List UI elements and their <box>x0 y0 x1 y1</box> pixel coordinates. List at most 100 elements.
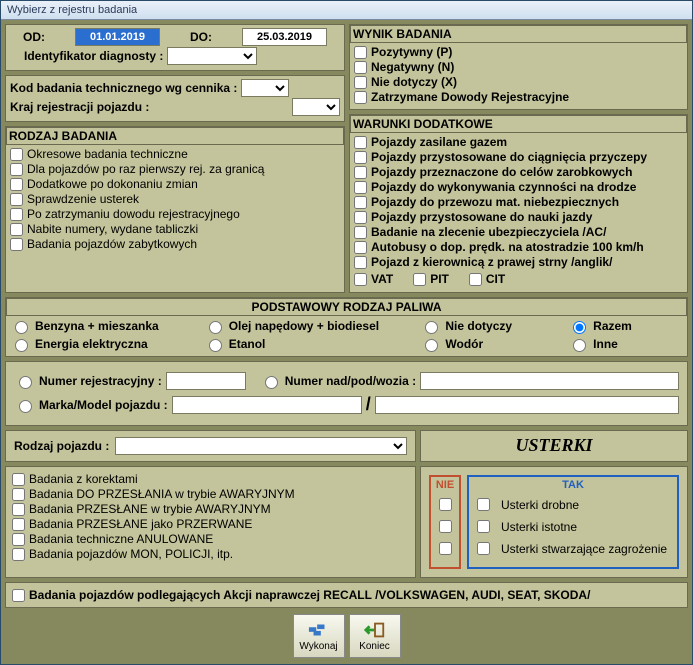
search-panel: Numer rejestracyjny : Numer nad/pod/wozi… <box>5 361 688 426</box>
checkbox[interactable] <box>12 488 25 501</box>
checkbox[interactable] <box>354 46 367 59</box>
nr-npw-input[interactable] <box>420 372 679 390</box>
checkbox[interactable] <box>354 181 367 194</box>
checkbox[interactable] <box>354 196 367 209</box>
vat-checkbox[interactable] <box>354 273 367 286</box>
checkbox[interactable] <box>354 241 367 254</box>
checkbox[interactable] <box>354 91 367 104</box>
list-item[interactable]: Nie dotyczy (X) <box>354 75 683 89</box>
checkbox[interactable] <box>10 238 23 251</box>
checkbox[interactable] <box>10 148 23 161</box>
fuel-option[interactable]: Nie dotyczy <box>420 318 558 334</box>
list-item[interactable]: Po zatrzymaniu dowodu rejestracyjnego <box>10 207 340 221</box>
list-item[interactable]: Pojazdy przeznaczone do celów zarobkowyc… <box>354 165 683 179</box>
checkbox[interactable] <box>12 503 25 516</box>
checkbox[interactable] <box>12 533 25 546</box>
nie-istotne-checkbox[interactable] <box>439 520 452 533</box>
list-item[interactable]: Nabite numery, wydane tabliczki <box>10 222 340 236</box>
fuel-option[interactable]: Etanol <box>204 336 411 352</box>
list-item[interactable]: Pojazdy przystosowane do nauki jazdy <box>354 210 683 224</box>
list-item[interactable]: Pojazdy do przewozu mat. niebezpiecznych <box>354 195 683 209</box>
nr-rej-radio[interactable] <box>19 376 32 389</box>
checkbox[interactable] <box>354 136 367 149</box>
ident-select[interactable] <box>167 47 257 65</box>
list-item[interactable]: Pozytywny (P) <box>354 45 683 59</box>
fuel-option[interactable]: Energia elektryczna <box>10 336 194 352</box>
fuel-radio[interactable] <box>425 321 438 334</box>
fuel-radio[interactable] <box>15 339 28 352</box>
checkbox[interactable] <box>12 518 25 531</box>
list-item[interactable]: Badania PRZESŁANE w trybie AWARYJNYM <box>12 502 409 516</box>
checkbox[interactable] <box>354 226 367 239</box>
do-date-input[interactable] <box>242 28 327 46</box>
marka-radio[interactable] <box>19 400 32 413</box>
list-item[interactable]: Zatrzymane Dowody Rejestracyjne <box>354 90 683 104</box>
checkbox[interactable] <box>10 163 23 176</box>
wynik-panel: WYNIK BADANIA Pozytywny (P)Negatywny (N)… <box>349 24 688 110</box>
fuel-option[interactable]: Benzyna + mieszanka <box>10 318 194 334</box>
fuel-radio[interactable] <box>425 339 438 352</box>
list-item[interactable]: Dla pojazdów po raz pierwszy rej. za gra… <box>10 162 340 176</box>
wykonaj-button[interactable]: Wykonaj <box>293 614 345 658</box>
fuel-option[interactable]: Wodór <box>420 336 558 352</box>
nie-drobne-checkbox[interactable] <box>439 498 452 511</box>
list-item[interactable]: Negatywny (N) <box>354 60 683 74</box>
checkbox[interactable] <box>354 76 367 89</box>
checkbox[interactable] <box>354 151 367 164</box>
list-item-label: Pojazdy przeznaczone do celów zarobkowyc… <box>371 165 632 179</box>
checkbox[interactable] <box>354 256 367 269</box>
list-item[interactable]: Pojazdy do wykonywania czynności na drod… <box>354 180 683 194</box>
checkbox[interactable] <box>354 166 367 179</box>
list-item[interactable]: Badania DO PRZESŁANIA w trybie AWARYJNYM <box>12 487 409 501</box>
tak-drobne-checkbox[interactable] <box>477 498 490 511</box>
checkbox[interactable] <box>10 178 23 191</box>
checkbox[interactable] <box>10 223 23 236</box>
nr-npw-radio[interactable] <box>265 376 278 389</box>
rodzaj-pojazdu-select[interactable] <box>115 437 407 455</box>
fuel-radio[interactable] <box>209 321 222 334</box>
fuel-radio[interactable] <box>573 321 586 334</box>
list-item[interactable]: Pojazd z kierownicą z prawej strny /angl… <box>354 255 683 269</box>
koniec-button[interactable]: Koniec <box>349 614 401 658</box>
fuel-option[interactable]: Inne <box>568 336 683 352</box>
usterki-tak-column: TAK Usterki drobne Usterki istotne Uster… <box>467 475 679 569</box>
checkbox[interactable] <box>12 548 25 561</box>
list-item[interactable]: Autobusy o dop. prędk. na atostradzie 10… <box>354 240 683 254</box>
marka-input[interactable] <box>172 396 362 414</box>
kraj-select[interactable] <box>292 98 340 116</box>
fuel-radio[interactable] <box>209 339 222 352</box>
nr-rej-input[interactable] <box>166 372 246 390</box>
list-item[interactable]: Badania techniczne ANULOWANE <box>12 532 409 546</box>
list-item[interactable]: Okresowe badania techniczne <box>10 147 340 161</box>
tak-istotne-checkbox[interactable] <box>477 520 490 533</box>
list-item[interactable]: Pojazdy przystosowane do ciągnięcia przy… <box>354 150 683 164</box>
list-item[interactable]: Dodatkowe po dokonaniu zmian <box>10 177 340 191</box>
list-item[interactable]: Badania z korektami <box>12 472 409 486</box>
pit-checkbox[interactable] <box>413 273 426 286</box>
warunki-panel: WARUNKI DODATKOWE Pojazdy zasilane gazem… <box>349 114 688 293</box>
fuel-radio[interactable] <box>15 321 28 334</box>
checkbox[interactable] <box>10 193 23 206</box>
recall-label: Badania pojazdów podlegających Akcji nap… <box>29 588 590 602</box>
list-item-label: Pojazd z kierownicą z prawej strny /angl… <box>371 255 612 269</box>
list-item[interactable]: Badania pojazdów zabytkowych <box>10 237 340 251</box>
fuel-option[interactable]: Olej napędowy + biodiesel <box>204 318 411 334</box>
checkbox[interactable] <box>12 473 25 486</box>
kod-select[interactable] <box>241 79 289 97</box>
model-input[interactable] <box>375 396 679 414</box>
nie-zagrozenie-checkbox[interactable] <box>439 542 452 555</box>
checkbox[interactable] <box>354 211 367 224</box>
checkbox[interactable] <box>354 61 367 74</box>
od-date-input[interactable] <box>75 28 160 46</box>
tak-zagrozenie-checkbox[interactable] <box>477 542 490 555</box>
list-item[interactable]: Badania PRZESŁANE jako PRZERWANE <box>12 517 409 531</box>
list-item[interactable]: Sprawdzenie usterek <box>10 192 340 206</box>
fuel-radio[interactable] <box>573 339 586 352</box>
cit-checkbox[interactable] <box>469 273 482 286</box>
list-item[interactable]: Badania pojazdów MON, POLICJI, itp. <box>12 547 409 561</box>
checkbox[interactable] <box>10 208 23 221</box>
list-item[interactable]: Badanie na zlecenie ubezpieczyciela /AC/ <box>354 225 683 239</box>
list-item[interactable]: Pojazdy zasilane gazem <box>354 135 683 149</box>
fuel-option[interactable]: Razem <box>568 318 683 334</box>
recall-checkbox[interactable] <box>12 589 25 602</box>
